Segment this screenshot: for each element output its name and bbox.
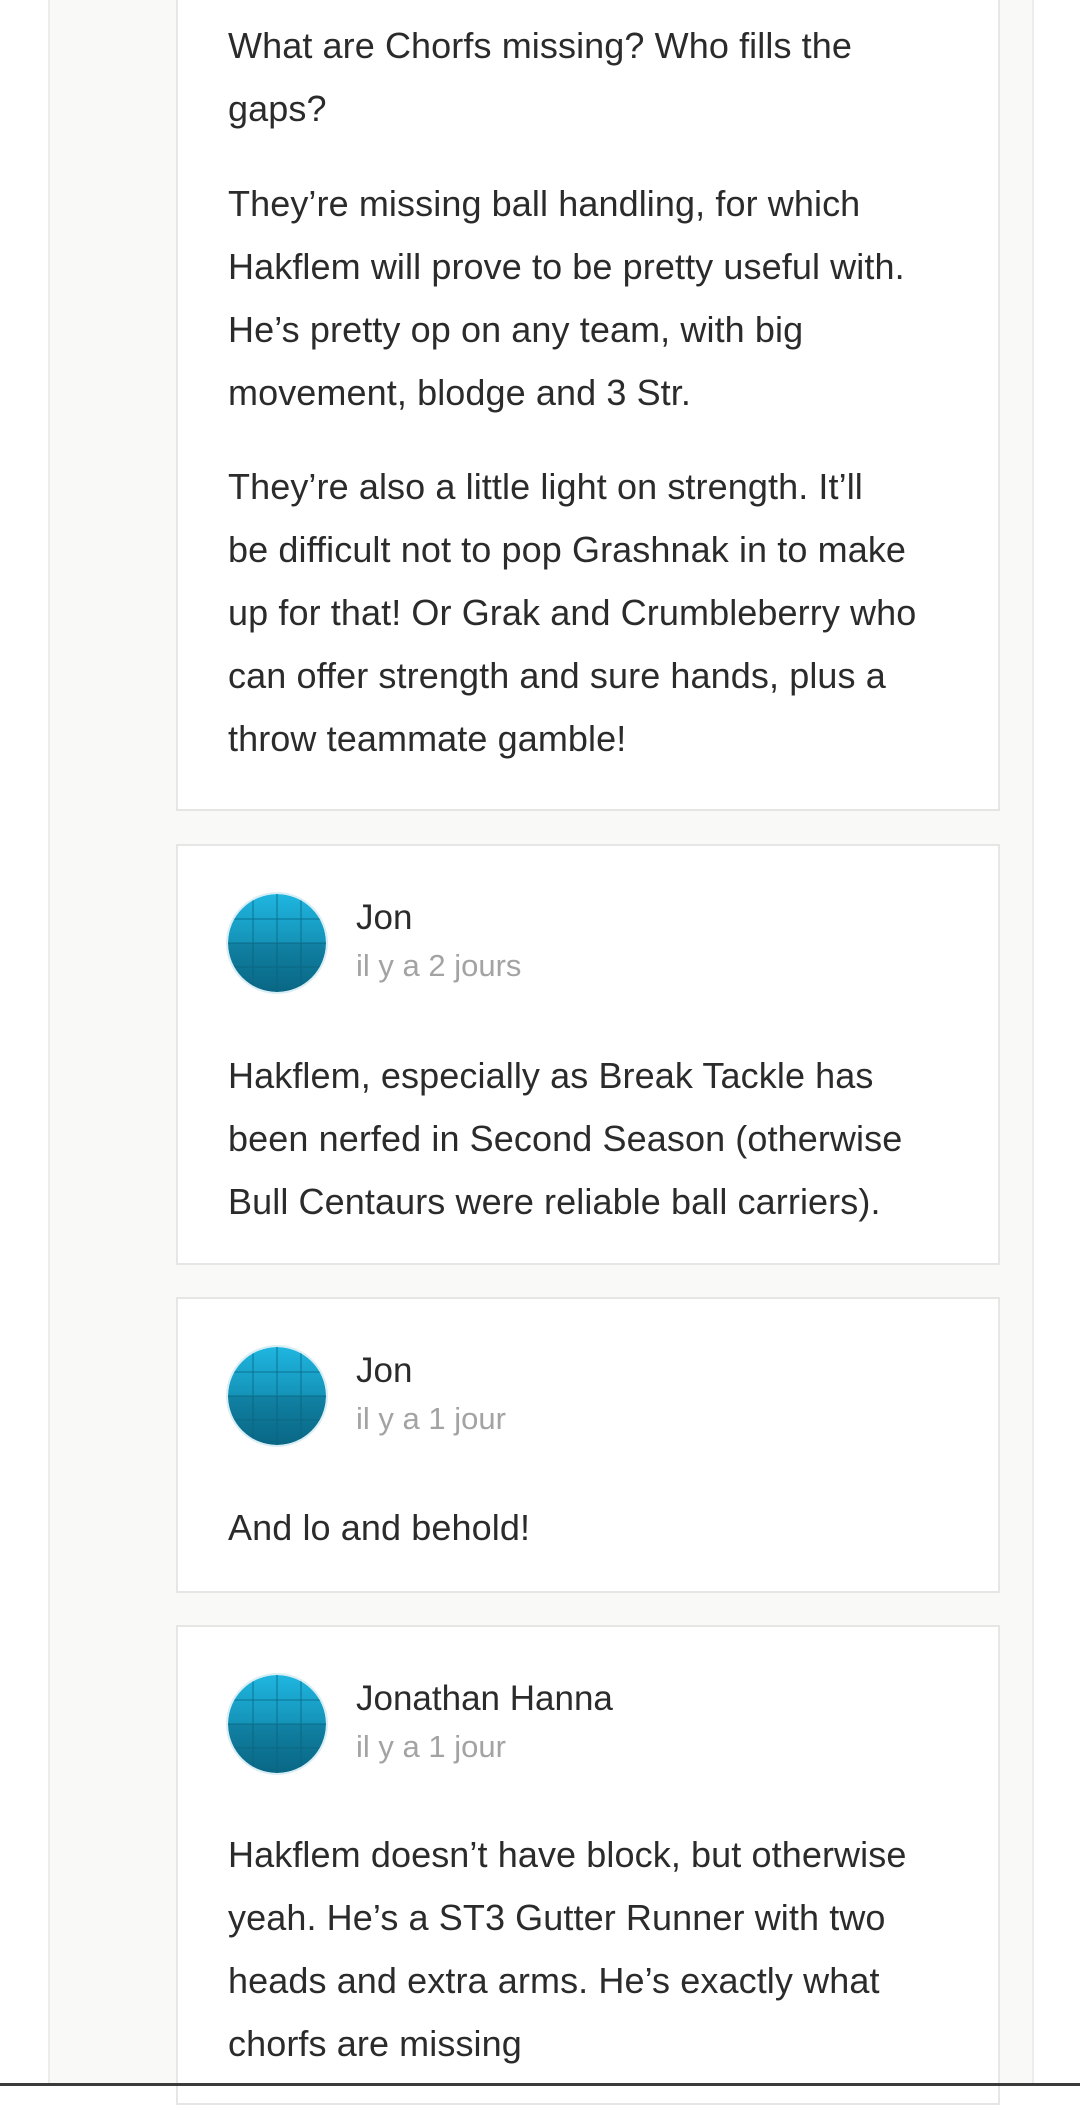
comment-author[interactable]: Jon — [356, 1349, 412, 1393]
globe-avatar-icon — [228, 894, 326, 992]
globe-avatar-icon — [228, 1675, 326, 1773]
text-line: up for that! Or Grak and Crumbleberry wh… — [228, 592, 917, 633]
comment-card: Jon il y a 1 jour And lo and behold! — [176, 1297, 1000, 1593]
text-line: They’re missing ball handling, for which — [228, 183, 861, 224]
text-line: And lo and behold! — [228, 1507, 531, 1548]
comment-card: What are Chorfs missing? Who fills the g… — [176, 0, 1000, 811]
text-line: be difficult not to pop Grashnak in to m… — [228, 529, 907, 570]
comment-paragraph: What are Chorfs missing? Who fills the g… — [228, 14, 968, 140]
comment-timestamp[interactable]: il y a 2 jours — [356, 946, 521, 986]
comment-paragraph: They’re missing ball handling, for which… — [228, 172, 968, 424]
text-line: They’re also a little light on strength.… — [228, 466, 863, 507]
text-line: chorfs are missing — [228, 2023, 522, 2064]
comment-timestamp[interactable]: il y a 1 jour — [356, 1727, 506, 1767]
text-line: movement, blodge and 3 Str. — [228, 372, 691, 413]
comment-paragraph: And lo and behold! — [228, 1496, 968, 1559]
text-line: Hakflem, especially as Break Tackle has — [228, 1055, 874, 1096]
comment-author[interactable]: Jonathan Hanna — [356, 1677, 613, 1721]
text-line: can offer strength and sure hands, plus … — [228, 655, 886, 696]
globe-avatar-icon — [228, 1347, 326, 1445]
comment-paragraph: Hakflem, especially as Break Tackle has … — [228, 1044, 968, 1233]
comment-card: Jon il y a 2 jours Hakflem, especially a… — [176, 844, 1000, 1265]
text-line: heads and extra arms. He’s exactly what — [228, 1960, 880, 2001]
text-line: yeah. He’s a ST3 Gutter Runner with two — [228, 1897, 886, 1938]
comment-paragraph: They’re also a little light on strength.… — [228, 455, 968, 770]
text-line: Hakflem will prove to be pretty useful w… — [228, 246, 905, 287]
text-line: Hakflem doesn’t have block, but otherwis… — [228, 1834, 907, 1875]
comment-paragraph: Hakflem doesn’t have block, but otherwis… — [228, 1823, 968, 2075]
comment-timestamp[interactable]: il y a 1 jour — [356, 1399, 506, 1439]
avatar[interactable] — [228, 1347, 326, 1445]
text-line: What are Chorfs missing? Who fills the — [228, 25, 853, 66]
avatar[interactable] — [228, 894, 326, 992]
text-line: gaps? — [228, 88, 327, 129]
comment-author[interactable]: Jon — [356, 896, 412, 940]
avatar[interactable] — [228, 1675, 326, 1773]
text-line: Bull Centaurs were reliable ball carrier… — [228, 1181, 881, 1222]
text-line: He’s pretty op on any team, with big — [228, 309, 804, 350]
comment-card: Jonathan Hanna il y a 1 jour Hakflem doe… — [176, 1625, 1000, 2105]
text-line: been nerfed in Second Season (otherwise — [228, 1118, 903, 1159]
text-line: throw teammate gamble! — [228, 718, 627, 759]
